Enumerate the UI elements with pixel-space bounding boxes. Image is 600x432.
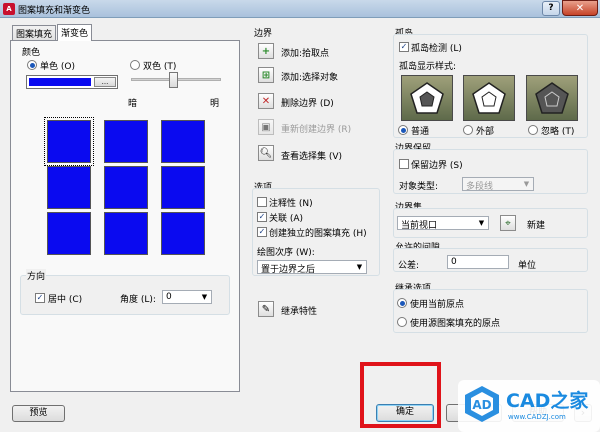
view-selections-icon[interactable]: 🔍︎ bbox=[258, 145, 274, 161]
recreate-boundary-icon: ▣ bbox=[258, 119, 274, 135]
centered-label: 居中 (C) bbox=[48, 295, 83, 305]
single-color-label: 单色 (O) bbox=[40, 62, 75, 72]
gradient-swatch[interactable] bbox=[47, 212, 91, 255]
angle-value: 0 bbox=[166, 292, 172, 302]
object-type-value: 多段线 bbox=[466, 182, 494, 192]
unit-label: 单位 bbox=[518, 261, 537, 271]
color-picker-button[interactable]: ... bbox=[94, 77, 116, 87]
boundary-set-select[interactable]: 当前视口 ▼ bbox=[397, 216, 489, 231]
tolerance-label: 公差: bbox=[398, 261, 420, 271]
tab-hatch[interactable]: 图案填充 bbox=[12, 25, 57, 40]
watermark-brand: CAD之家 bbox=[506, 390, 589, 412]
island-outer-radio[interactable] bbox=[463, 125, 473, 135]
gradient-swatch[interactable] bbox=[47, 166, 91, 209]
close-button[interactable]: ✕ bbox=[562, 0, 598, 16]
gradient-swatch[interactable] bbox=[161, 120, 205, 163]
add-pick-points-label[interactable]: 添加:拾取点 bbox=[281, 46, 329, 59]
island-outer-icon[interactable] bbox=[463, 75, 515, 121]
highlight-box bbox=[360, 362, 441, 428]
draw-order-value: 置于边界之后 bbox=[261, 265, 316, 275]
dark-label: 暗 bbox=[128, 99, 138, 109]
add-pick-points-icon[interactable]: + bbox=[258, 43, 274, 59]
angle-select[interactable]: 0 ▼ bbox=[162, 290, 212, 304]
remove-boundaries-label[interactable]: 删除边界 (D) bbox=[281, 96, 334, 109]
annotative-checkbox[interactable] bbox=[257, 197, 267, 207]
object-type-select: 多段线 ▼ bbox=[462, 177, 534, 192]
retain-boundaries-checkbox[interactable] bbox=[399, 159, 409, 169]
add-select-objects-icon[interactable]: ⊞ bbox=[258, 67, 274, 83]
island-outer-label: 外部 bbox=[476, 127, 495, 137]
island-ignore-label: 忽略 (T) bbox=[541, 127, 575, 137]
color-group-title: 颜色 bbox=[22, 48, 41, 58]
chevron-down-icon: ▼ bbox=[523, 180, 530, 188]
view-selections-label[interactable]: 查看选择集 (V) bbox=[281, 149, 342, 162]
use-current-origin-label: 使用当前原点 bbox=[410, 300, 465, 310]
use-current-origin-radio[interactable] bbox=[397, 298, 407, 308]
remove-boundaries-icon[interactable]: ✕ bbox=[258, 93, 274, 109]
gradient-swatch[interactable] bbox=[161, 212, 205, 255]
shade-slider-thumb[interactable] bbox=[169, 72, 178, 88]
title-bar: A 图案填充和渐变色 ? ✕ bbox=[0, 0, 600, 18]
add-select-objects-label[interactable]: 添加:选择对象 bbox=[281, 70, 338, 83]
help-title-button[interactable]: ? bbox=[542, 1, 560, 16]
separate-hatches-label: 创建独立的图案填充 (H) bbox=[269, 229, 367, 239]
new-boundary-set-label: 新建 bbox=[527, 221, 546, 231]
island-ignore-radio[interactable] bbox=[528, 125, 538, 135]
island-normal-radio[interactable] bbox=[398, 125, 408, 135]
boundaries-title: 边界 bbox=[254, 29, 273, 39]
preview-button[interactable]: 预览 bbox=[12, 405, 65, 422]
gradient-swatch[interactable] bbox=[104, 166, 148, 209]
gradient-swatch[interactable] bbox=[44, 117, 94, 166]
centered-checkbox[interactable]: ✓ bbox=[35, 293, 45, 303]
gradient-swatch[interactable] bbox=[104, 120, 148, 163]
island-style-label: 孤岛显示样式: bbox=[399, 62, 457, 72]
draw-order-label: 绘图次序 (W): bbox=[257, 248, 315, 258]
gradient-swatch[interactable] bbox=[161, 166, 205, 209]
window-title: 图案填充和渐变色 bbox=[18, 6, 91, 16]
inherit-properties-icon[interactable]: ✎ bbox=[258, 301, 274, 317]
island-ignore-icon[interactable] bbox=[526, 75, 578, 121]
tab-gradient[interactable]: 渐变色 bbox=[57, 24, 93, 41]
draw-order-select[interactable]: 置于边界之后 ▼ bbox=[257, 260, 367, 275]
associative-label: 关联 (A) bbox=[269, 214, 304, 224]
island-detection-label: 孤岛检测 (L) bbox=[411, 44, 462, 54]
object-type-label: 对象类型: bbox=[399, 182, 439, 192]
svg-text:AD: AD bbox=[472, 398, 491, 412]
orientation-group-title: 方向 bbox=[26, 269, 47, 282]
new-boundary-set-icon[interactable]: ⌖ bbox=[500, 215, 516, 231]
angle-label: 角度 (L): bbox=[120, 295, 156, 305]
watermark: AD CAD之家 www.CADZJ.com bbox=[458, 380, 600, 432]
chevron-down-icon: ▼ bbox=[201, 293, 208, 301]
gradient-swatch[interactable] bbox=[104, 212, 148, 255]
annotative-label: 注释性 (N) bbox=[269, 199, 313, 209]
separate-hatches-checkbox[interactable]: ✓ bbox=[257, 227, 267, 237]
two-color-label: 双色 (T) bbox=[143, 62, 177, 72]
watermark-url: www.CADZJ.com bbox=[508, 413, 566, 421]
retain-boundaries-label: 保留边界 (S) bbox=[411, 161, 463, 171]
recreate-boundary-label: 重新创建边界 (R) bbox=[281, 125, 352, 135]
color-preview: ... bbox=[26, 75, 118, 89]
two-color-radio[interactable] bbox=[130, 60, 140, 70]
island-normal-label: 普通 bbox=[411, 127, 430, 137]
use-source-origin-radio[interactable] bbox=[397, 317, 407, 327]
associative-checkbox[interactable]: ✓ bbox=[257, 212, 267, 222]
single-color-radio[interactable] bbox=[27, 60, 37, 70]
app-icon: A bbox=[3, 3, 15, 15]
tolerance-input[interactable]: 0 bbox=[447, 255, 509, 269]
island-detection-checkbox[interactable]: ✓ bbox=[399, 42, 409, 52]
chevron-down-icon: ▼ bbox=[356, 263, 363, 271]
inherit-properties-label[interactable]: 继承特性 bbox=[281, 304, 317, 317]
use-source-origin-label: 使用源图案填充的原点 bbox=[410, 319, 501, 329]
light-label: 明 bbox=[210, 99, 220, 109]
color-preview-fill bbox=[29, 78, 91, 86]
chevron-down-icon: ▼ bbox=[478, 219, 485, 227]
island-normal-icon[interactable] bbox=[401, 75, 453, 121]
watermark-logo: AD bbox=[462, 384, 502, 424]
boundary-set-value: 当前视口 bbox=[401, 221, 438, 231]
